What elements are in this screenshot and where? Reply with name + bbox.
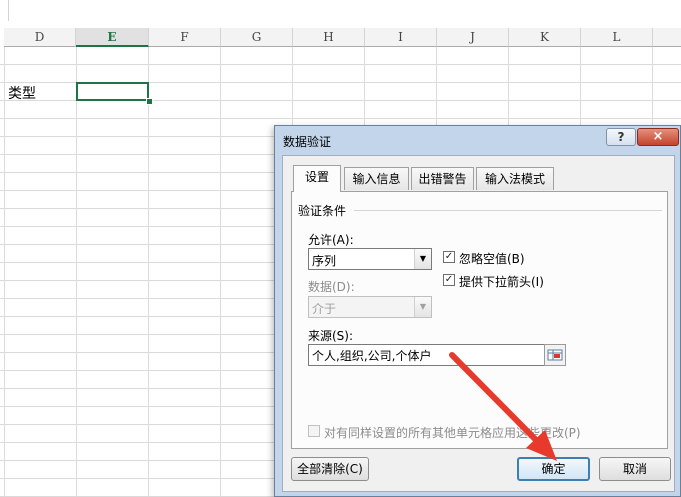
tab-input-message[interactable]: 输入信息 — [344, 167, 409, 190]
column-header-d[interactable]: D — [4, 28, 76, 47]
source-label: 来源(S): — [308, 329, 354, 343]
column-header-f[interactable]: F — [149, 28, 221, 47]
range-selector-icon — [547, 349, 563, 361]
data-validation-dialog: 数据验证 ? × 设置 输入信息 出错警告 输入法模式 验证条件 允许(A): … — [274, 125, 681, 497]
column-header-l[interactable]: L — [581, 28, 653, 47]
column-header-m[interactable] — [653, 28, 681, 47]
dialog-title: 数据验证 — [283, 135, 332, 149]
tab-settings[interactable]: 设置 — [293, 165, 341, 192]
apply-to-all-label[interactable]: 对有同样设置的所有其他单元格应用这些更改(P) — [324, 424, 581, 441]
cancel-button[interactable]: 取消 — [599, 457, 671, 481]
group-divider — [354, 210, 662, 211]
help-button[interactable]: ? — [606, 128, 636, 146]
header-strip — [0, 21, 681, 28]
settings-panel: 验证条件 允许(A): 序列 ▼ ✓ 忽略空值(B) ✓ 提供下拉箭头(I) 数… — [291, 191, 668, 449]
clear-all-button[interactable]: 全部清除(C) — [291, 457, 369, 481]
dropdown-arrow-icon[interactable]: ▼ — [414, 297, 431, 317]
apply-to-all-checkbox[interactable] — [308, 425, 320, 437]
checkmark-icon: ✓ — [444, 274, 454, 285]
column-header-k[interactable]: K — [509, 28, 581, 47]
dropdown-arrow-icon[interactable]: ▼ — [414, 249, 431, 269]
dialog-body: 设置 输入信息 出错警告 输入法模式 验证条件 允许(A): 序列 ▼ ✓ 忽略… — [282, 155, 675, 492]
column-header-j[interactable]: J — [437, 28, 509, 47]
data-select[interactable]: 介于 ▼ — [308, 296, 432, 318]
active-cell-e4[interactable] — [76, 82, 149, 101]
checkmark-icon: ✓ — [444, 251, 454, 262]
ok-button[interactable]: 确定 — [517, 457, 590, 481]
data-label: 数据(D): — [308, 280, 355, 294]
in-cell-dropdown-checkbox[interactable]: ✓ — [443, 274, 455, 286]
ignore-blank-checkbox[interactable]: ✓ — [443, 251, 455, 263]
allow-select-value: 序列 — [312, 254, 337, 268]
allow-label: 允许(A): — [308, 233, 354, 247]
source-input[interactable]: 个人,组织,公司,个体户 — [308, 344, 545, 366]
column-header-e[interactable]: E — [76, 28, 149, 47]
column-header-g[interactable]: G — [221, 28, 293, 47]
fill-handle[interactable] — [146, 98, 153, 105]
close-button[interactable]: × — [637, 128, 679, 146]
dialog-titlebar[interactable]: 数据验证 ? × — [275, 126, 680, 154]
range-selector-button[interactable] — [544, 344, 566, 366]
validation-criteria-label: 验证条件 — [298, 204, 347, 218]
formula-bar[interactable] — [0, 0, 681, 22]
tab-ime-mode[interactable]: 输入法模式 — [476, 167, 554, 190]
data-select-value: 介于 — [312, 302, 337, 316]
tab-error-alert[interactable]: 出错警告 — [411, 167, 474, 190]
ignore-blank-label[interactable]: 忽略空值(B) — [459, 250, 525, 267]
column-header-h[interactable]: H — [293, 28, 365, 47]
allow-select[interactable]: 序列 ▼ — [308, 248, 432, 270]
in-cell-dropdown-label[interactable]: 提供下拉箭头(I) — [459, 273, 544, 290]
cell-d4-text[interactable]: 类型 — [8, 83, 36, 103]
formula-bar-divider — [8, 0, 9, 21]
column-header-i[interactable]: I — [365, 28, 437, 47]
